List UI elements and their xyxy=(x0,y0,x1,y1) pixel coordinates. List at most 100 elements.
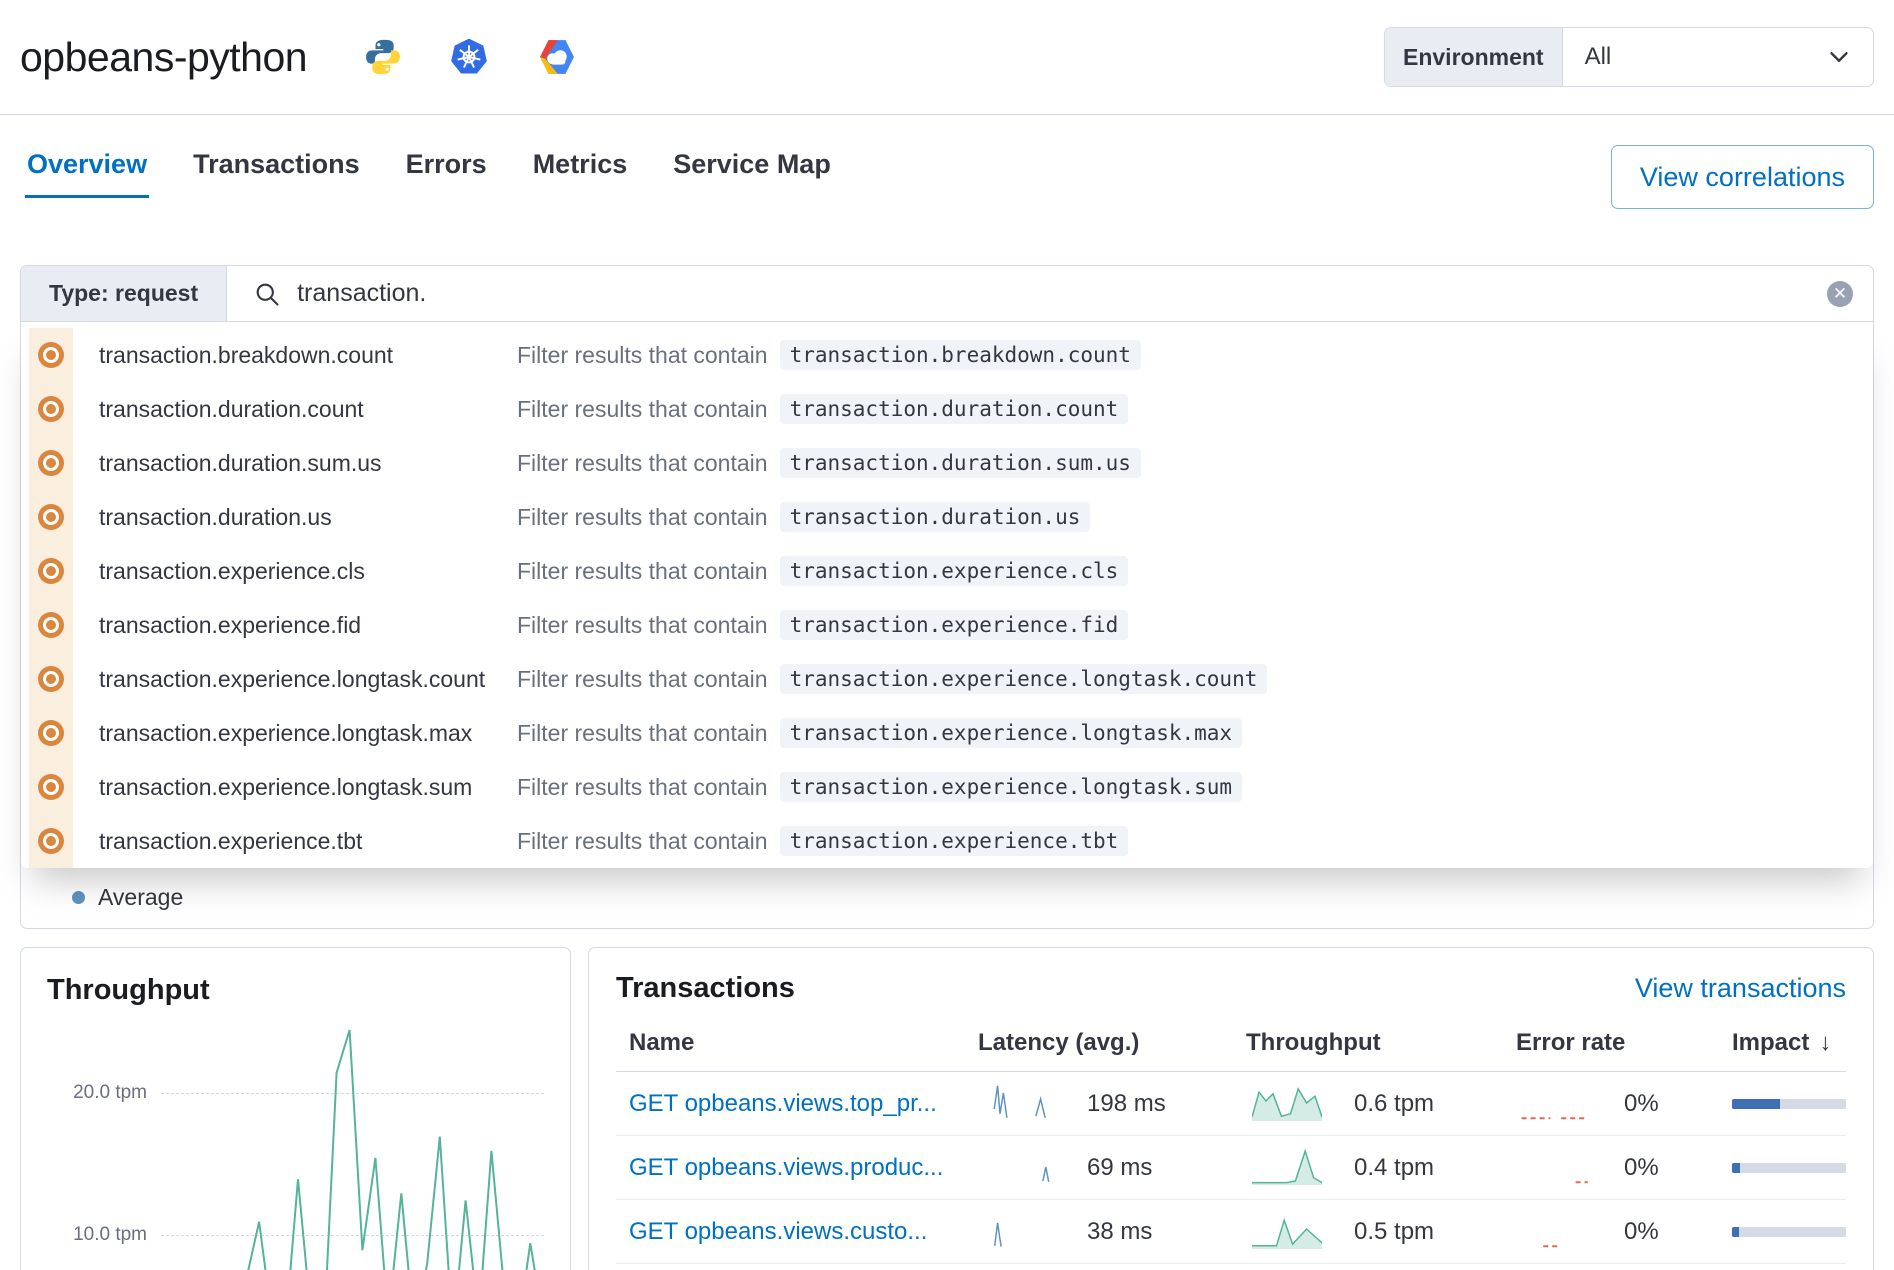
column-header-error-rate[interactable]: Error rate xyxy=(1516,1029,1732,1057)
suggestion-field-name: transaction.experience.longtask.max xyxy=(99,720,517,747)
column-header-throughput[interactable]: Throughput xyxy=(1246,1029,1516,1057)
suggestion-code: transaction.experience.tbt xyxy=(780,826,1129,856)
latency-value: 69 ms xyxy=(1087,1154,1152,1182)
suggestion-item[interactable]: transaction.breakdown.count Filter resul… xyxy=(21,328,1873,382)
suggestion-code: transaction.duration.sum.us xyxy=(780,448,1141,478)
type-filter-badge[interactable]: Type: request xyxy=(21,266,227,321)
latency-sparkline xyxy=(993,1209,1051,1254)
suggestion-description: Filter results that contain transaction.… xyxy=(517,772,1242,802)
error-rate-value: 0% xyxy=(1624,1154,1659,1182)
tab-errors[interactable]: Errors xyxy=(404,145,489,198)
error-rate-sparkline xyxy=(1518,1209,1590,1254)
throughput-panel: Throughput 20.0 tpm 10.0 tpm xyxy=(20,947,571,1270)
google-cloud-icon xyxy=(535,37,575,77)
field-icon xyxy=(29,814,73,868)
page-title: opbeans-python xyxy=(20,34,307,81)
field-icon xyxy=(29,706,73,760)
suggestion-item[interactable]: transaction.duration.us Filter results t… xyxy=(21,490,1873,544)
error-rate-sparkline xyxy=(1518,1081,1590,1126)
field-icon xyxy=(29,490,73,544)
tab-transactions[interactable]: Transactions xyxy=(191,145,362,198)
table-row: GET opbeans.views.produc... 69 ms 0.4 tp… xyxy=(616,1136,1846,1200)
suggestion-description: Filter results that contain transaction.… xyxy=(517,610,1128,640)
suggestion-code: transaction.experience.fid xyxy=(780,610,1129,640)
average-legend-dot xyxy=(72,891,85,904)
field-icon xyxy=(29,382,73,436)
column-header-impact[interactable]: Impact↓ xyxy=(1732,1029,1846,1057)
chevron-down-icon xyxy=(1827,45,1851,69)
transactions-table: Name Latency (avg.) Throughput Error rat… xyxy=(616,1029,1846,1264)
throughput-value: 0.5 tpm xyxy=(1354,1218,1434,1246)
suggestion-item[interactable]: transaction.experience.tbt Filter result… xyxy=(21,814,1873,868)
transaction-link[interactable]: GET opbeans.views.top_pr... xyxy=(629,1090,937,1118)
error-rate-sparkline xyxy=(1518,1145,1590,1190)
error-rate-value: 0% xyxy=(1624,1090,1659,1118)
y-axis-tick-10: 10.0 tpm xyxy=(47,1224,147,1246)
query-input[interactable]: transaction. xyxy=(297,279,1827,308)
suggestion-field-name: transaction.duration.us xyxy=(99,504,517,531)
suggestion-item[interactable]: transaction.experience.longtask.max Filt… xyxy=(21,706,1873,760)
search-icon xyxy=(253,280,281,308)
suggestion-description: Filter results that contain transaction.… xyxy=(517,556,1128,586)
suggestion-description: Filter results that contain transaction.… xyxy=(517,718,1242,748)
throughput-value: 0.6 tpm xyxy=(1354,1090,1434,1118)
suggestion-code: transaction.duration.us xyxy=(780,502,1091,532)
tab-metrics[interactable]: Metrics xyxy=(531,145,630,198)
latency-value: 198 ms xyxy=(1087,1090,1166,1118)
suggestion-item[interactable]: transaction.experience.longtask.count Fi… xyxy=(21,652,1873,706)
search-panel: Type: request transaction. ✕ transaction… xyxy=(20,265,1874,929)
suggestion-item[interactable]: transaction.duration.sum.us Filter resul… xyxy=(21,436,1873,490)
tabs-list: Overview Transactions Errors Metrics Service… xyxy=(25,145,833,198)
view-correlations-button[interactable]: View correlations xyxy=(1611,145,1874,209)
environment-filter[interactable]: Environment All xyxy=(1384,27,1874,87)
column-header-latency[interactable]: Latency (avg.) xyxy=(978,1029,1246,1057)
column-header-name[interactable]: Name xyxy=(616,1029,978,1057)
throughput-sparkline xyxy=(1252,1209,1322,1254)
environment-select[interactable]: All xyxy=(1563,28,1873,86)
environment-value: All xyxy=(1585,43,1612,71)
query-bar: Type: request transaction. ✕ xyxy=(21,266,1873,322)
suggestion-field-name: transaction.duration.sum.us xyxy=(99,450,517,477)
field-icon xyxy=(29,652,73,706)
suggestion-code: transaction.duration.count xyxy=(780,394,1129,424)
chart-legend: Average xyxy=(72,884,1873,911)
latency-sparkline xyxy=(993,1145,1051,1190)
suggestion-item[interactable]: transaction.experience.cls Filter result… xyxy=(21,544,1873,598)
suggestion-code: transaction.experience.longtask.max xyxy=(780,718,1243,748)
table-row: GET opbeans.views.custo... 38 ms 0.5 tpm xyxy=(616,1200,1846,1264)
suggestion-field-name: transaction.experience.fid xyxy=(99,612,517,639)
suggestion-description: Filter results that contain transaction.… xyxy=(517,664,1267,694)
transactions-rows: GET opbeans.views.top_pr... 198 ms 0.6 t… xyxy=(616,1072,1846,1264)
y-axis-tick-20: 20.0 tpm xyxy=(47,1082,147,1104)
throughput-chart: 20.0 tpm 10.0 tpm xyxy=(47,1023,544,1270)
suggestion-field-name: transaction.experience.tbt xyxy=(99,828,517,855)
clear-search-button[interactable]: ✕ xyxy=(1827,281,1853,307)
latency-sparkline xyxy=(993,1081,1051,1126)
suggestion-item[interactable]: transaction.duration.count Filter result… xyxy=(21,382,1873,436)
table-row: GET opbeans.views.top_pr... 198 ms 0.6 t… xyxy=(616,1072,1846,1136)
suggestion-description: Filter results that contain transaction.… xyxy=(517,448,1141,478)
bottom-panels: Throughput 20.0 tpm 10.0 tpm Transaction… xyxy=(20,947,1874,1270)
suggestion-item[interactable]: transaction.experience.fid Filter result… xyxy=(21,598,1873,652)
tab-service-map[interactable]: Service Map xyxy=(671,145,833,198)
throughput-line-series xyxy=(169,1023,543,1270)
suggestion-code: transaction.experience.longtask.count xyxy=(780,664,1268,694)
impact-bar xyxy=(1732,1163,1846,1173)
suggestion-field-name: transaction.breakdown.count xyxy=(99,342,517,369)
transactions-panel-header: Transactions View transactions xyxy=(616,972,1846,1005)
latency-value: 38 ms xyxy=(1087,1218,1152,1246)
tab-overview[interactable]: Overview xyxy=(25,145,149,198)
transactions-table-header: Name Latency (avg.) Throughput Error rat… xyxy=(616,1029,1846,1072)
view-transactions-link[interactable]: View transactions xyxy=(1635,973,1846,1004)
field-icon xyxy=(29,760,73,814)
throughput-title: Throughput xyxy=(47,974,544,1007)
transactions-title: Transactions xyxy=(616,972,795,1005)
service-header: opbeans-python xyxy=(0,0,1894,115)
transaction-link[interactable]: GET opbeans.views.custo... xyxy=(629,1218,927,1246)
transaction-link[interactable]: GET opbeans.views.produc... xyxy=(629,1154,943,1182)
python-icon xyxy=(363,37,403,77)
suggestion-item[interactable]: transaction.experience.longtask.sum Filt… xyxy=(21,760,1873,814)
suggestion-description: Filter results that contain transaction.… xyxy=(517,394,1128,424)
environment-label: Environment xyxy=(1385,28,1563,86)
field-icon xyxy=(29,544,73,598)
